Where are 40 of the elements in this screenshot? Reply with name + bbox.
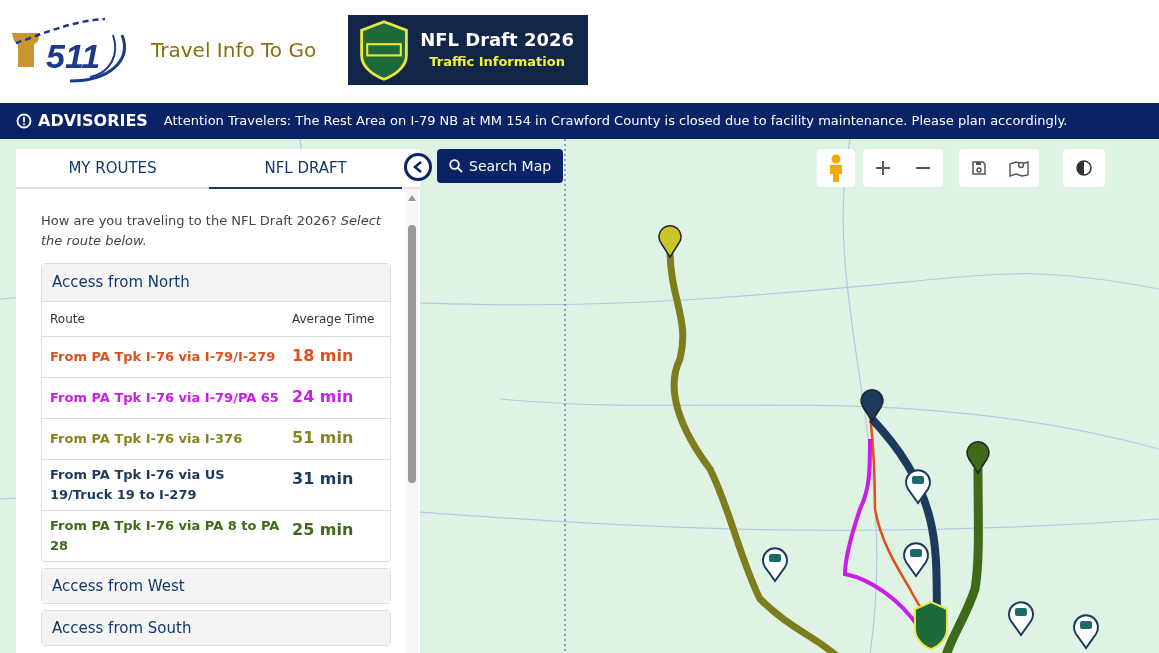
search-map-button[interactable]: Search Map: [437, 149, 564, 183]
average-time: 51 min: [292, 427, 355, 449]
search-icon: [449, 159, 463, 173]
scrollbar-thumb[interactable]: [408, 225, 416, 483]
collapse-panel-button[interactable]: [404, 153, 432, 181]
map-pin-icon: [1009, 159, 1029, 177]
alert-icon: [16, 113, 32, 129]
route-link[interactable]: From PA Tpk I-76 via I-376: [50, 429, 292, 449]
average-time: 31 min: [292, 468, 355, 490]
draft-banner[interactable]: NFL Draft 2026 Traffic Information: [348, 15, 589, 85]
scroll-up-icon: [408, 195, 416, 201]
route-link[interactable]: From PA Tpk I-76 via I-79/I-279: [50, 347, 292, 367]
tagline: Travel Info To Go: [151, 37, 317, 64]
intro-text: How are you traveling to the NFL Draft 2026? Select the route below.: [41, 212, 382, 250]
advisory-message[interactable]: Attention Travelers: The Rest Area on I-79 NB at MM 154 in Crawford County is closed due to facility maintenance. Please plan accordingly.: [163, 111, 1068, 131]
panel-tab[interactable]: MY ROUTES: [16, 149, 209, 187]
routes-drawing[interactable]: [658, 224, 1099, 653]
panel-tab[interactable]: NFL DRAFT: [209, 149, 402, 189]
route-link[interactable]: From PA Tpk I-76 via PA 8 to PA 28: [50, 516, 292, 556]
banner-title: NFL Draft 2026: [420, 28, 575, 52]
section-header[interactable]: Access from South: [42, 611, 390, 645]
section-header[interactable]: Access from North: [42, 264, 390, 302]
average-time: 24 min: [292, 386, 355, 408]
column-header: Route: [50, 311, 86, 328]
average-time: 25 min: [292, 519, 355, 541]
plus-icon: [875, 160, 891, 176]
section-header[interactable]: Access from West: [42, 569, 390, 603]
route-link[interactable]: From PA Tpk I-76 via I-79/PA 65: [50, 388, 292, 408]
person-icon: [828, 154, 844, 182]
contrast-button[interactable]: [1063, 149, 1105, 187]
advisories-label[interactable]: ADVISORIES: [38, 109, 148, 133]
chevron-left-icon: [413, 161, 423, 173]
route-link[interactable]: From PA Tpk I-76 via US 19/Truck 19 to I-279: [50, 465, 292, 505]
column-header: Average Time: [292, 311, 376, 328]
average-time: 18 min: [292, 345, 355, 367]
banner-subtitle: Traffic Information: [429, 53, 565, 71]
logo-text: 511: [46, 37, 101, 75]
scrollbar[interactable]: [406, 189, 418, 653]
contrast-icon: [1076, 160, 1092, 176]
minus-icon: [915, 167, 931, 169]
